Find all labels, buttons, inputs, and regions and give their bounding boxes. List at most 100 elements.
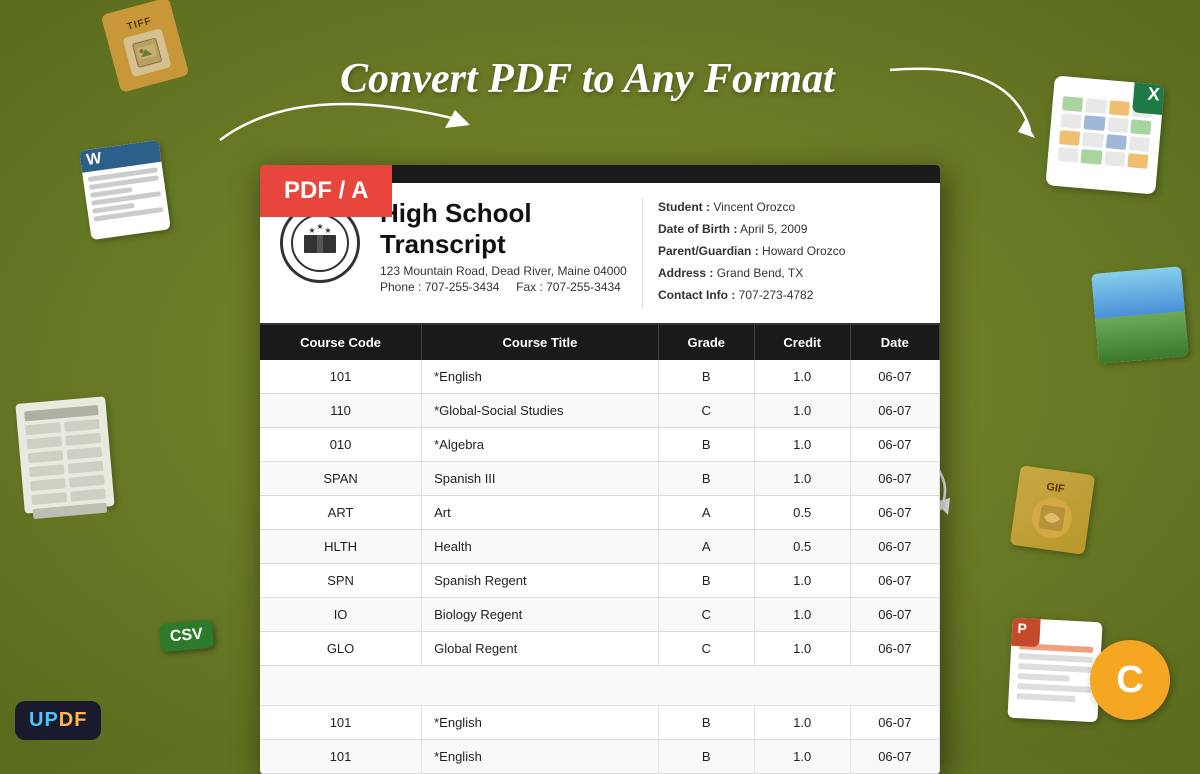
cell-date: 06-07 [850, 740, 939, 774]
cell-date: 06-07 [850, 462, 939, 496]
cell-grade: C [658, 394, 754, 428]
cell-credit: 0.5 [754, 530, 850, 564]
school-phone: Phone : 707-255-3434 [380, 280, 499, 294]
svg-text:★: ★ [308, 226, 315, 235]
student-label: Student : [658, 200, 710, 214]
address-row: Address : Grand Bend, TX [658, 264, 920, 282]
contact-value: 707-273-4782 [739, 288, 814, 302]
cell-title: Global Regent [422, 632, 659, 666]
table-row: HLTH Health A 0.5 06-07 [260, 530, 940, 564]
table-row: SPAN Spanish III B 1.0 06-07 [260, 462, 940, 496]
ppt-p-letter: P [1007, 618, 1041, 647]
cell-code: 101 [260, 360, 422, 394]
cell-grade: A [658, 530, 754, 564]
excel-icon: X [1045, 75, 1164, 194]
student-name-row: Student : Vincent Orozco [658, 198, 920, 216]
table-row: 010 *Algebra B 1.0 06-07 [260, 428, 940, 462]
dob-row: Date of Birth : April 5, 2009 [658, 220, 920, 238]
school-text-block: High School Transcript 123 Mountain Road… [380, 198, 642, 308]
col-header-title: Course Title [422, 325, 659, 360]
svg-text:★: ★ [316, 222, 323, 231]
cell-grade: B [658, 462, 754, 496]
cell-grade: B [658, 706, 754, 740]
student-info-block: Student : Vincent Orozco Date of Birth :… [642, 198, 920, 308]
col-header-date: Date [850, 325, 939, 360]
cell-code: ART [260, 496, 422, 530]
school-fax: Fax : 707-255-3434 [516, 280, 621, 294]
updf-df: DF [59, 709, 88, 731]
address-label: Address : [658, 266, 713, 280]
document-container: ★ ★ ★ High School Transcript 123 Mountai… [260, 165, 940, 774]
cell-title: *Algebra [422, 428, 659, 462]
page-title: Convert PDF to Any Format [340, 55, 835, 103]
cell-grade: C [658, 598, 754, 632]
excel-x-letter: X [1132, 75, 1165, 115]
cell-date: 06-07 [850, 706, 939, 740]
cell-title: *English [422, 360, 659, 394]
cell-code: 110 [260, 394, 422, 428]
right-arrow-decoration [870, 50, 1050, 170]
cell-date: 06-07 [850, 394, 939, 428]
dob-value: April 5, 2009 [740, 222, 807, 236]
table-row: GLO Global Regent C 1.0 06-07 [260, 632, 940, 666]
col-header-grade: Grade [658, 325, 754, 360]
cell-title: Art [422, 496, 659, 530]
table-row: 101 *English B 1.0 06-07 [260, 706, 940, 740]
updf-up: UP [29, 709, 59, 731]
updf-logo[interactable]: UPDF [15, 701, 101, 740]
cell-date: 06-07 [850, 496, 939, 530]
dob-label: Date of Birth : [658, 222, 737, 236]
transcript-table: Course Code Course Title Grade Credit Da… [260, 325, 940, 774]
cell-grade: B [658, 564, 754, 598]
cell-title: *Global-Social Studies [422, 394, 659, 428]
cell-code: SPAN [260, 462, 422, 496]
cell-credit: 1.0 [754, 706, 850, 740]
pdf-a-badge: PDF / A [260, 165, 392, 217]
cell-title: *English [422, 706, 659, 740]
cell-grade: B [658, 740, 754, 774]
cell-date: 06-07 [850, 632, 939, 666]
cell-credit: 1.0 [754, 462, 850, 496]
cell-credit: 1.0 [754, 360, 850, 394]
table-row: IO Biology Regent C 1.0 06-07 [260, 598, 940, 632]
cell-credit: 1.0 [754, 632, 850, 666]
guardian-value: Howard Orozco [762, 244, 845, 258]
gif-icon: GIF [1010, 465, 1095, 555]
col-header-code: Course Code [260, 325, 422, 360]
csv-badge: CSV [159, 620, 214, 653]
cell-grade: B [658, 360, 754, 394]
cell-credit: 0.5 [754, 496, 850, 530]
student-name: Vincent Orozco [713, 200, 795, 214]
table-row: SPN Spanish Regent B 1.0 06-07 [260, 564, 940, 598]
cell-credit: 1.0 [754, 428, 850, 462]
cell-code: 101 [260, 706, 422, 740]
cell-code: IO [260, 598, 422, 632]
cell-credit: 1.0 [754, 564, 850, 598]
left-sheet-decoration [15, 396, 114, 513]
school-phone-fax: Phone : 707-255-3434 Fax : 707-255-3434 [380, 280, 642, 294]
guardian-row: Parent/Guardian : Howard Orozco [658, 242, 920, 260]
table-row: 101 *English B 1.0 06-07 [260, 360, 940, 394]
cell-grade: B [658, 428, 754, 462]
cell-code: SPN [260, 564, 422, 598]
cell-date: 06-07 [850, 428, 939, 462]
cell-date: 06-07 [850, 564, 939, 598]
table-row: 110 *Global-Social Studies C 1.0 06-07 [260, 394, 940, 428]
svg-text:★: ★ [324, 226, 331, 235]
cell-code: 010 [260, 428, 422, 462]
cell-grade: A [658, 496, 754, 530]
ppt-icon: P [1007, 618, 1102, 723]
cell-grade: C [658, 632, 754, 666]
tiff-label: TIFF [126, 15, 153, 32]
table-row [260, 666, 940, 706]
cell-date: 06-07 [850, 598, 939, 632]
cell-title: Spanish III [422, 462, 659, 496]
cell-title: Health [422, 530, 659, 564]
document-title: High School Transcript [380, 198, 642, 260]
col-header-credit: Credit [754, 325, 850, 360]
cell-code: HLTH [260, 530, 422, 564]
cell-code: GLO [260, 632, 422, 666]
cell-date: 06-07 [850, 530, 939, 564]
school-address: 123 Mountain Road, Dead River, Maine 040… [380, 264, 642, 278]
word-icon: W [79, 140, 171, 240]
